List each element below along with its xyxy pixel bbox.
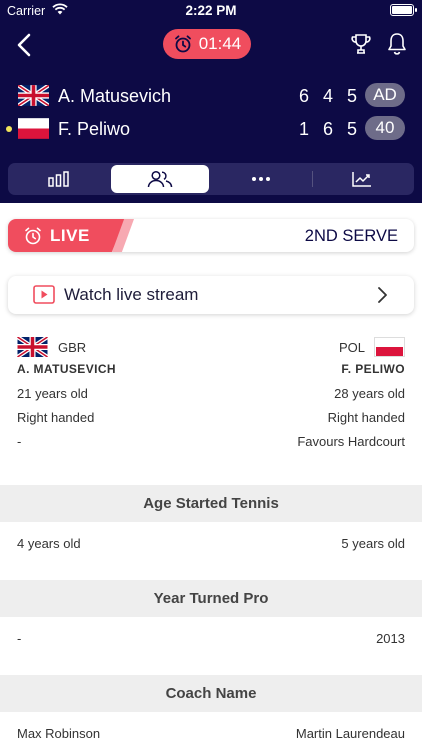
match-header: Carrier 2:22 PM 01:44 A. Matusevich 6 4 … — [0, 0, 422, 203]
pol-flag-icon — [18, 118, 49, 139]
handedness-right: Right handed — [327, 410, 405, 425]
gbr-flag-icon — [18, 85, 49, 106]
player-name: F. Peliwo — [58, 119, 131, 139]
timer-value: 01:44 — [198, 34, 242, 53]
clock: 2:22 PM — [185, 3, 237, 18]
players-icon — [147, 170, 173, 188]
match-tabs — [8, 163, 414, 195]
gbr-flag-icon — [17, 337, 48, 357]
player-comparison: GBR A. MATUSEVICH 21 years old Right han… — [0, 334, 422, 484]
age-left: 21 years old — [17, 386, 88, 401]
player-name-left: A. MATUSEVICH — [17, 362, 116, 376]
player-row-peliwo: F. Peliwo 1 6 5 40 — [0, 114, 422, 144]
value-left: - — [17, 631, 22, 646]
live-banner: LIVE 2ND SERVE — [8, 219, 414, 252]
section-header-coach-name: Coach Name — [0, 675, 422, 712]
game-score-badge: AD — [365, 83, 405, 107]
serving-indicator — [6, 126, 12, 132]
more-dots-icon — [252, 177, 270, 181]
set-score: 5 — [346, 86, 357, 106]
battery-icon — [390, 4, 417, 16]
match-timer: 01:44 — [163, 29, 251, 59]
watch-live-stream-button[interactable]: Watch live stream — [8, 276, 414, 314]
stats-bars-icon — [48, 171, 69, 187]
watch-live-stream-label: Watch live stream — [64, 285, 199, 304]
set-score: 6 — [298, 86, 309, 106]
player-name: A. Matusevich — [58, 86, 172, 106]
tab-trend[interactable] — [313, 165, 411, 193]
value-left: Max Robinson — [17, 726, 101, 741]
set-score: 1 — [298, 119, 309, 139]
country-code-left: GBR — [58, 340, 87, 355]
surface-left: - — [17, 434, 22, 449]
chevron-right-icon — [378, 287, 387, 303]
handedness-left: Right handed — [17, 410, 95, 425]
serve-status: 2ND SERVE — [304, 227, 398, 245]
trend-chart-icon — [352, 172, 371, 187]
set-score: 4 — [322, 86, 333, 106]
set-score: 6 — [322, 119, 333, 139]
value-right: 2013 — [376, 631, 405, 646]
alarm-clock-icon — [174, 35, 191, 53]
country-code-right: POL — [338, 340, 365, 355]
play-video-icon — [33, 285, 55, 304]
section-header-year-turned-pro: Year Turned Pro — [0, 580, 422, 617]
alarm-clock-icon — [25, 227, 41, 245]
player-name-right: F. PELIWO — [341, 362, 405, 376]
live-badge: LIVE — [8, 219, 126, 252]
back-button[interactable] — [12, 30, 38, 60]
value-left: 4 years old — [17, 536, 81, 551]
bell-icon[interactable] — [386, 32, 408, 56]
age-right: 28 years old — [334, 386, 405, 401]
surface-right: Favours Hardcourt — [297, 434, 405, 449]
tab-players[interactable] — [111, 165, 209, 193]
trophy-icon[interactable] — [350, 33, 372, 55]
tab-stats[interactable] — [10, 165, 108, 193]
section-header-age-started: Age Started Tennis — [0, 485, 422, 522]
value-right: 5 years old — [341, 536, 405, 551]
game-score-badge: 40 — [365, 116, 405, 140]
status-bar: Carrier 2:22 PM — [0, 0, 422, 22]
tab-more[interactable] — [212, 165, 310, 193]
value-right: Martin Laurendeau — [295, 726, 405, 741]
set-score: 5 — [346, 119, 357, 139]
pol-flag-icon — [374, 337, 405, 357]
player-row-matusevich: A. Matusevich 6 4 5 AD — [0, 81, 422, 111]
live-label: LIVE — [50, 226, 90, 245]
